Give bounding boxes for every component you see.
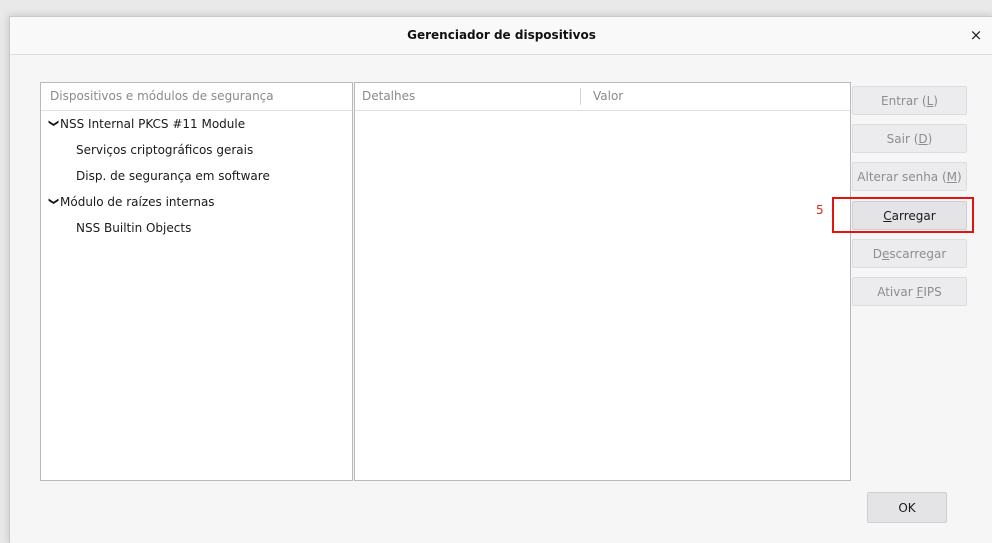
devices-header-label: Dispositivos e módulos de segurança — [50, 89, 274, 103]
button-label: scarregar — [889, 247, 947, 261]
details-pane: Detalhes Valor — [354, 82, 851, 481]
button-label: D — [872, 247, 882, 261]
chevron-down-icon[interactable]: ❯ — [40, 119, 66, 133]
unload-button[interactable]: Descarregar — [852, 239, 967, 268]
logout-button[interactable]: Sair (D) — [852, 124, 967, 153]
step-highlight-box — [832, 197, 974, 233]
value-header-label[interactable]: Valor — [593, 83, 623, 110]
ok-button[interactable]: OK — [867, 492, 947, 523]
title-bar: Gerenciador de dispositivos × — [10, 17, 992, 55]
step-number-label: 5 — [816, 203, 824, 217]
tree-item-label: NSS Internal PKCS #11 Module — [60, 117, 246, 131]
tree-item-label: Serviços criptográficos gerais — [76, 143, 254, 157]
column-separator[interactable] — [580, 88, 581, 105]
button-label: Alterar senha ( — [857, 170, 947, 184]
devices-tree-pane: Dispositivos e módulos de segurança ❯NSS… — [40, 82, 353, 481]
login-button[interactable]: Entrar (L) — [852, 86, 967, 115]
details-column-header: Detalhes Valor — [355, 83, 850, 111]
tree-item-nss-builtin-objects[interactable]: NSS Builtin Objects — [41, 215, 352, 241]
tree-item-label: Módulo de raízes internas — [60, 195, 215, 209]
button-label: ) — [927, 132, 933, 146]
tree-item-builtin-roots[interactable]: ❯Módulo de raízes internas — [41, 189, 352, 215]
access-key: D — [918, 132, 928, 146]
button-label: ) — [957, 170, 962, 184]
button-label: Ativar — [877, 285, 917, 299]
enable-fips-button[interactable]: Ativar FIPS — [852, 277, 967, 306]
access-key: M — [946, 170, 958, 184]
close-icon[interactable]: × — [965, 17, 987, 54]
chevron-down-icon[interactable]: ❯ — [40, 197, 66, 211]
tree-item-label: Disp. de segurança em software — [76, 169, 270, 183]
tree-item-crypto-services[interactable]: Serviços criptográficos gerais — [41, 137, 352, 163]
details-header-label[interactable]: Detalhes — [362, 83, 415, 110]
button-label: IPS — [923, 285, 942, 299]
devices-column-header[interactable]: Dispositivos e módulos de segurança — [41, 83, 352, 111]
dialog-title: Gerenciador de dispositivos — [407, 28, 596, 42]
button-label: Sair ( — [886, 132, 919, 146]
tree-item-software-security-device[interactable]: Disp. de segurança em software — [41, 163, 352, 189]
device-manager-dialog: Gerenciador de dispositivos × Dispositiv… — [9, 16, 992, 543]
change-password-button[interactable]: Alterar senha (M) — [852, 162, 967, 191]
button-label: ) — [933, 94, 938, 108]
tree-item-label: NSS Builtin Objects — [76, 221, 192, 235]
tree-item-nss-internal[interactable]: ❯NSS Internal PKCS #11 Module — [41, 111, 352, 137]
button-label: Entrar ( — [881, 94, 927, 108]
